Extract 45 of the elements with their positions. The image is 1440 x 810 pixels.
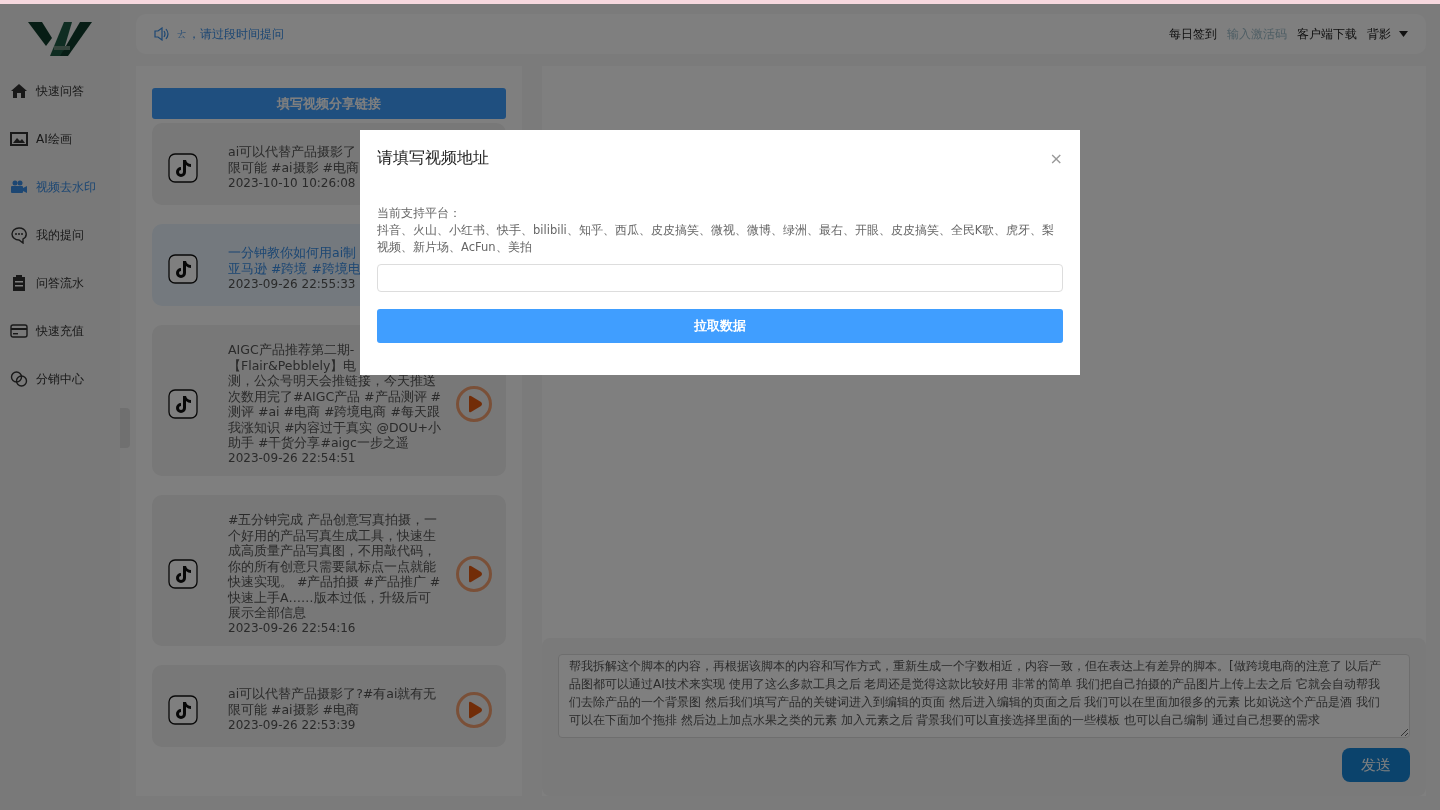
fetch-data-button[interactable]: 拉取数据 — [377, 309, 1063, 343]
music-note-icon — [168, 152, 198, 183]
music-note-icon — [168, 389, 198, 419]
header-link[interactable]: 每日签到 — [1169, 25, 1217, 43]
play-button[interactable] — [456, 691, 492, 728]
nav-item[interactable]: 视频去水印 — [0, 174, 120, 200]
header-link[interactable]: 客户端下载 — [1297, 25, 1357, 43]
link-icon — [10, 370, 28, 388]
image-icon — [10, 130, 28, 148]
caret-icon — [1399, 31, 1408, 37]
message-input[interactable]: 帮我拆解这个脚本的内容，再根据该脚本的内容和写作方式，重新生成一个字数相近，内容一致，但在表达上有差异的脚本。[做跨境电商的注意了 以后产品图都可以通过AI技术来实现 使用了这么多款工具之后 老周还是觉得这款比较好用 非常的简单 我们把自己拍摄的产品图片上传上去之后 它就会自动帮我们去除产品的一个背景图 然后我们填写产品的关键词进入到编辑的页面 然后进入编辑的页面之后 我们可以在里面加很多的元素 比如说这个产品是酒 我们可以在下面加个拖排 然后边上加点水果之类的元素 加入元素之后 背景我们可以直接选择里面的一些模板 也可以自己编制 通过自己想要的需求 — [558, 654, 1410, 738]
music-note-icon — [168, 559, 198, 589]
nav-item[interactable]: 分销中心 — [0, 366, 120, 392]
play-button[interactable] — [456, 556, 492, 592]
video-time: 2023-09-26 22:53:39 — [228, 717, 357, 733]
video-time: 2023-10-10 10:26:08 — [228, 175, 357, 191]
video-title: ai可以代替产品摄影了?#有ai就有无 限可能 #ai摄影 #电商 — [228, 686, 437, 718]
video-time: 2023-09-26 22:54:16 — [228, 621, 357, 636]
logo-icon — [28, 20, 92, 58]
clipboard-icon — [10, 274, 28, 292]
credit-card-icon — [10, 322, 28, 340]
nav-item[interactable]: 快速问答 — [0, 78, 120, 104]
url-input-field[interactable] — [377, 264, 1063, 292]
close-button[interactable]: × — [1049, 149, 1063, 168]
video-camera-icon — [10, 178, 28, 196]
music-note-icon — [168, 694, 198, 725]
video-title: ai可以代替产品摄影了 限可能 #ai摄影 #电商 — [228, 144, 360, 176]
user-menu[interactable]: 背影 — [1367, 25, 1408, 43]
platforms-label: 当前支持平台： — [377, 205, 462, 222]
speaker-icon — [154, 27, 170, 41]
chat-bubble-icon — [10, 226, 28, 244]
notice-text: ㄊ，请过段时间提问 — [176, 25, 284, 43]
share-link-button[interactable]: 填写视频分享链接 — [152, 88, 506, 119]
nav-item[interactable]: 我的提问 — [0, 222, 120, 248]
dialog-title: 请填写视频地址 — [377, 148, 489, 169]
video-card[interactable]: ai可以代替产品摄影了?#有ai就有无 限可能 #ai摄影 #电商 2023-09-26 22:53:39 — [152, 665, 506, 747]
music-note-icon — [168, 253, 198, 284]
home-icon — [10, 82, 28, 100]
nav-item[interactable]: AI绘画 — [0, 126, 120, 152]
video-time: 2023-09-26 22:55:33 — [228, 276, 357, 292]
nav-item[interactable]: 问答流水 — [0, 270, 120, 296]
send-button[interactable]: 发送 — [1342, 748, 1410, 782]
play-button[interactable] — [456, 386, 492, 422]
video-time: 2023-09-26 22:54:51 — [228, 451, 357, 466]
nav-item[interactable]: 快速充值 — [0, 318, 120, 344]
